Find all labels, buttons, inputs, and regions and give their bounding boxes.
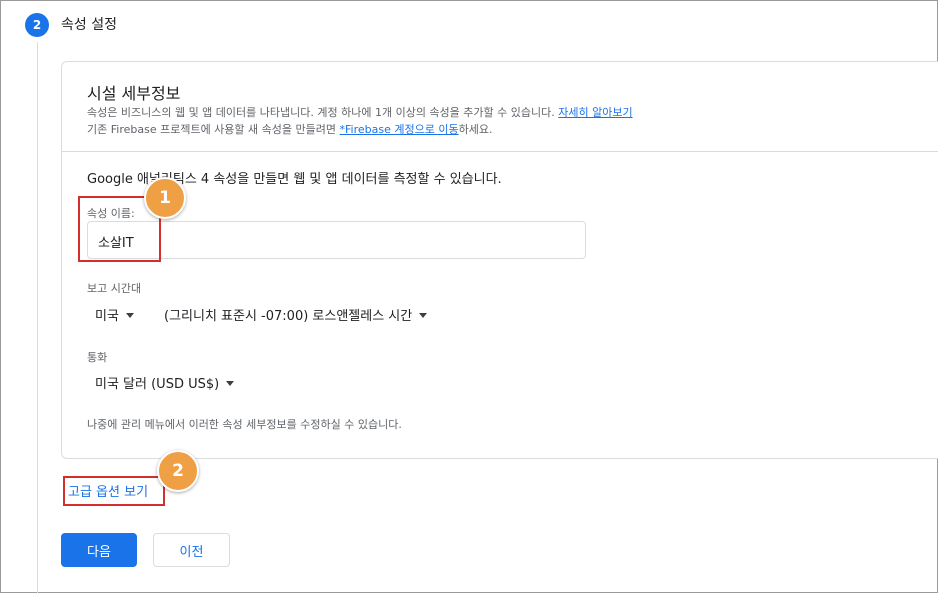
timezone-select[interactable]: (그리니치 표준시 -07:00) 로스앤젤레스 시간 [164,305,428,324]
description-text: 기존 Firebase 프로젝트에 사용할 새 속성을 만들려면 [87,123,340,136]
footnote-text: 나중에 관리 메뉴에서 이러한 속성 세부정보를 수정하실 수 있습니다. [87,418,402,431]
currency-label: 통화 [87,351,108,364]
caret-down-icon [419,312,428,318]
currency-select[interactable]: 미국 달러 (USD US$) [95,373,235,392]
badge-number: 1 [159,188,171,208]
timezone-country-value: 미국 [95,309,119,324]
next-button[interactable]: 다음 [61,533,137,567]
card-divider [62,151,938,152]
card-title: 시설 세부정보 [87,84,181,103]
caret-down-icon [125,312,134,318]
description-text: 하세요. [458,123,493,136]
property-name-input[interactable]: 소살IT [87,221,586,259]
firebase-account-link[interactable]: *Firebase 계정으로 이동 [340,123,459,136]
timezone-value: (그리니치 표준시 -07:00) 로스앤젤레스 시간 [164,309,413,324]
currency-value: 미국 달러 (USD US$) [95,377,220,392]
learn-more-link[interactable]: 자세히 알아보기 [558,106,632,119]
description-text: 속성은 비즈니스의 웹 및 앱 데이터를 나타냅니다. 계정 하나에 1개 이상… [87,106,559,119]
timezone-country-select[interactable]: 미국 [95,305,134,324]
step-number-badge: 2 [25,13,49,37]
stepper-line [37,42,38,593]
annotation-badge-2: 2 [157,450,199,492]
timezone-label: 보고 시간대 [87,282,142,295]
card-description-line1: 속성은 비즈니스의 웹 및 앱 데이터를 나타냅니다. 계정 하나에 1개 이상… [87,104,633,120]
badge-number: 2 [172,461,184,481]
annotation-badge-1: 1 [144,177,186,219]
highlight-box-advanced-options [63,476,165,506]
property-details-card: 시설 세부정보 속성은 비즈니스의 웹 및 앱 데이터를 나타냅니다. 계정 하… [61,61,938,459]
step-title: 속성 설정 [61,17,117,33]
previous-button[interactable]: 이전 [153,533,230,567]
step-number: 2 [32,18,42,32]
card-description-line2: 기존 Firebase 프로젝트에 사용할 새 속성을 만들려면 *Fireba… [87,121,492,137]
caret-down-icon [226,380,235,386]
